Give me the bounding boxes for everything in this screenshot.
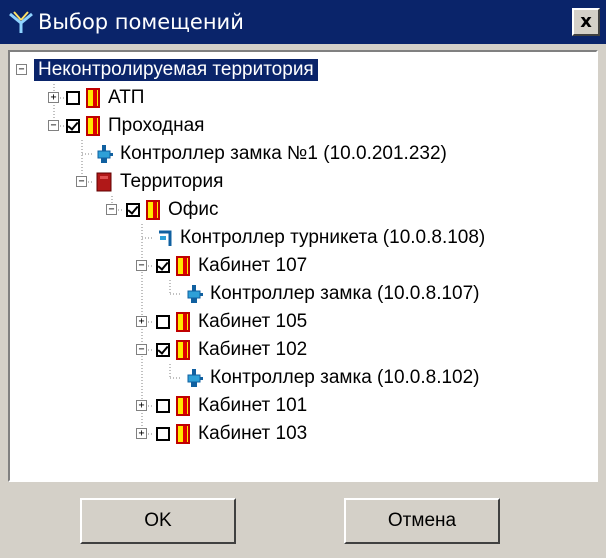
tree-node-territory[interactable]: Территория [96,168,223,196]
tree-node-cabinet-101[interactable]: Кабинет 101 [156,392,307,420]
collapse-toggle[interactable]: − [48,120,59,131]
door-icon [176,424,190,444]
lock-controller-icon [187,285,203,303]
checkbox[interactable] [156,315,170,329]
tree-node-label: Кабинет 102 [198,339,308,360]
checkbox-checked[interactable] [126,203,140,217]
tree-node-checkpoint[interactable]: Проходная [66,112,204,140]
door-icon [146,200,160,220]
door-icon [176,340,190,360]
window-title: Выбор помещений [38,10,244,34]
tree-node-lock-controller-1[interactable]: Контроллер замка №1 (10.0.201.232) [96,140,447,168]
collapse-toggle[interactable]: − [136,344,147,355]
checkbox-checked[interactable] [66,119,80,133]
tree-node-label: Контроллер замка №1 (10.0.201.232) [120,143,447,164]
door-icon [86,116,100,136]
tree-node-atp[interactable]: АТП [66,84,144,112]
door-icon [176,256,190,276]
ok-button[interactable]: OK [80,498,236,544]
door-icon [176,396,190,416]
collapse-toggle[interactable]: − [136,260,147,271]
turnstile-controller-icon [159,230,172,246]
territory-door-icon [96,172,112,192]
tree-node-label: Кабинет 101 [198,395,308,416]
lock-controller-icon [187,369,203,387]
collapse-toggle[interactable]: − [76,176,87,187]
tree-node-label: Кабинет 105 [198,311,308,332]
app-icon [9,11,33,33]
tree-node-cabinet-105[interactable]: Кабинет 105 [156,308,307,336]
room-tree[interactable]: − Неконтролируемая территория + АТП − Пр… [8,50,598,482]
expand-toggle[interactable]: + [136,400,147,411]
checkbox[interactable] [66,91,80,105]
tree-node-label: Неконтролируемая территория [34,59,318,81]
tree-node-uncontrolled-territory[interactable]: Неконтролируемая территория [34,56,318,84]
tree-node-label: Контроллер замка (10.0.8.102) [210,367,480,388]
tree-node-cabinet-102[interactable]: Кабинет 102 [156,336,307,364]
tree-node-label: Кабинет 103 [198,423,308,444]
collapse-toggle[interactable]: − [106,204,117,215]
door-icon [176,312,190,332]
expand-toggle[interactable]: + [48,92,59,103]
checkbox[interactable] [156,399,170,413]
door-icon [86,88,100,108]
room-selection-dialog: Выбор помещений x − Неконтролируемая тер… [0,0,606,558]
tree-node-label: Кабинет 107 [198,255,308,276]
expand-toggle[interactable]: + [136,428,147,439]
tree-node-office[interactable]: Офис [126,196,219,224]
expand-toggle[interactable]: + [136,316,147,327]
tree-node-label: Контроллер турникета (10.0.8.108) [180,227,486,248]
close-button[interactable]: x [572,8,600,36]
collapse-toggle[interactable]: − [16,64,27,75]
tree-node-label: АТП [108,87,145,108]
checkbox-checked[interactable] [156,343,170,357]
title-bar[interactable]: Выбор помещений x [0,0,606,44]
cancel-button[interactable]: Отмена [344,498,500,544]
tree-node-lock-controller-107[interactable]: Контроллер замка (10.0.8.107) [186,280,480,308]
checkbox-checked[interactable] [156,259,170,273]
tree-node-cabinet-103[interactable]: Кабинет 103 [156,420,307,448]
tree-node-cabinet-107[interactable]: Кабинет 107 [156,252,307,280]
tree-node-label: Офис [168,199,219,220]
tree-node-label: Территория [120,171,224,192]
tree-node-label: Проходная [108,115,205,136]
lock-controller-icon [97,145,113,163]
tree-node-lock-controller-102[interactable]: Контроллер замка (10.0.8.102) [186,364,480,392]
checkbox[interactable] [156,427,170,441]
tree-node-turnstile-controller[interactable]: Контроллер турникета (10.0.8.108) [156,224,485,252]
tree-node-label: Контроллер замка (10.0.8.107) [210,283,480,304]
